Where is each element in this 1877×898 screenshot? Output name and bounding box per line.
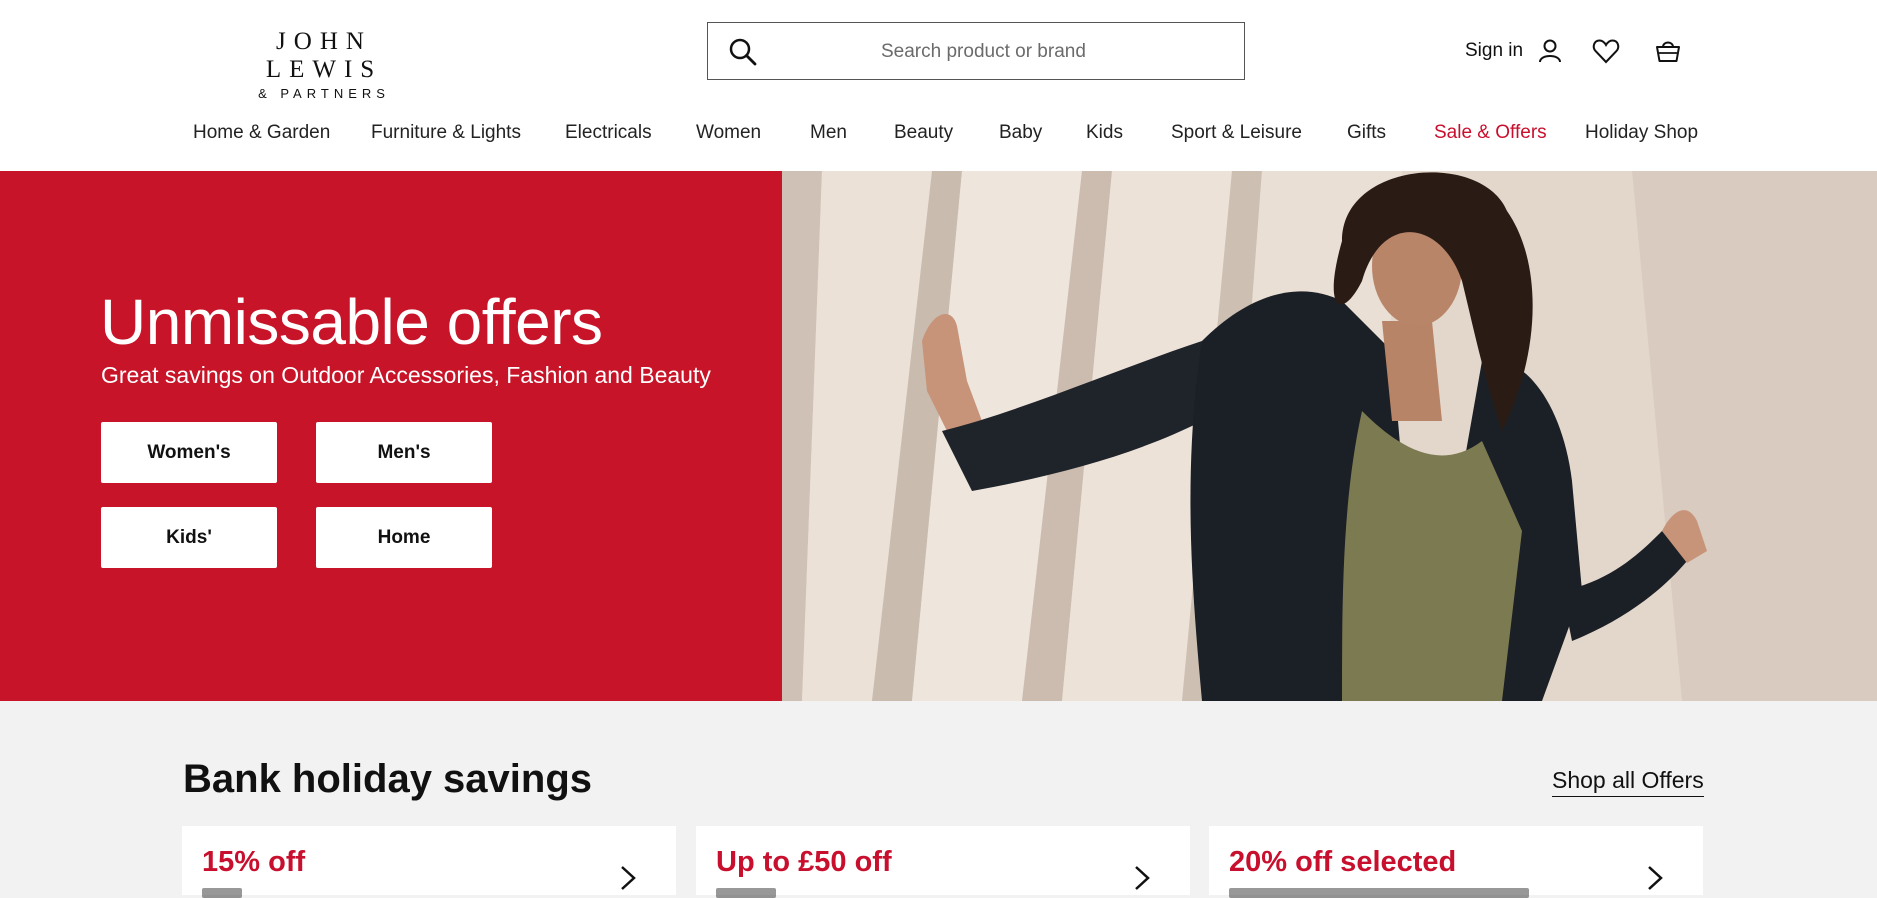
hero-subtitle: Great savings on Outdoor Accessories, Fa… (101, 362, 711, 388)
nav-item-sale-offers[interactable]: Sale & Offers (1434, 122, 1547, 144)
nav-item-baby[interactable]: Baby (999, 122, 1042, 144)
nav-item-men[interactable]: Men (810, 122, 847, 144)
basket-icon[interactable] (1653, 36, 1683, 66)
chevron-right-icon (1135, 866, 1150, 890)
hero-photo-illustration (782, 171, 1877, 701)
brand-logo[interactable]: JOHN LEWIS & PARTNERS (213, 28, 435, 102)
hero-image[interactable] (782, 171, 1877, 701)
search-input[interactable]: Search product or brand (707, 22, 1245, 80)
chevron-right-icon (1648, 866, 1663, 890)
nav-item-sport-leisure[interactable]: Sport & Leisure (1171, 122, 1302, 144)
offer-card-subtitle-cropped (716, 888, 776, 898)
hero-promo-panel: Unmissable offers Great savings on Outdo… (0, 171, 782, 701)
offer-card[interactable]: Up to £50 off (696, 826, 1190, 898)
nav-item-kids[interactable]: Kids (1086, 122, 1123, 144)
offer-card-subtitle-cropped (1229, 888, 1529, 898)
shop-all-offers-link[interactable]: Shop all Offers (1552, 767, 1704, 797)
offer-card[interactable]: 15% off (182, 826, 676, 898)
hero-title: Unmissable offers (100, 286, 603, 358)
brand-logo-sub: & PARTNERS (258, 86, 390, 101)
hero-button-mens[interactable]: Men's (316, 422, 492, 483)
search-placeholder: Search product or brand (881, 41, 1086, 62)
brand-logo-main: JOHN LEWIS (265, 28, 383, 83)
hero-button-womens[interactable]: Women's (101, 422, 277, 483)
nav-item-furniture-lights[interactable]: Furniture & Lights (371, 122, 521, 144)
main-nav: Home & Garden Furniture & Lights Electri… (0, 122, 1877, 156)
nav-item-holiday-shop[interactable]: Holiday Shop (1585, 122, 1698, 144)
nav-item-electricals[interactable]: Electricals (565, 122, 652, 144)
offer-card-title: 20% off selected (1229, 846, 1457, 878)
offer-card-title: 15% off (202, 846, 306, 878)
site-header: JOHN LEWIS & PARTNERS Search product or … (0, 0, 1877, 171)
nav-item-women[interactable]: Women (696, 122, 761, 144)
hero-button-home[interactable]: Home (316, 507, 492, 568)
offers-section-title: Bank holiday savings (183, 757, 593, 801)
nav-item-beauty[interactable]: Beauty (894, 122, 953, 144)
heart-icon[interactable] (1591, 36, 1621, 66)
user-icon (1539, 39, 1562, 63)
offer-card-subtitle-cropped (202, 888, 242, 898)
hero-button-kids[interactable]: Kids' (101, 507, 277, 568)
chevron-right-icon (621, 866, 636, 890)
sign-in-label: Sign in (1465, 40, 1524, 61)
nav-item-gifts[interactable]: Gifts (1347, 122, 1386, 144)
offer-card-title: Up to £50 off (716, 846, 892, 878)
offer-card[interactable]: 20% off selected (1209, 826, 1703, 898)
sign-in-link[interactable]: Sign in (1465, 38, 1563, 64)
search-icon[interactable] (728, 37, 758, 67)
nav-item-home-garden[interactable]: Home & Garden (193, 122, 330, 144)
